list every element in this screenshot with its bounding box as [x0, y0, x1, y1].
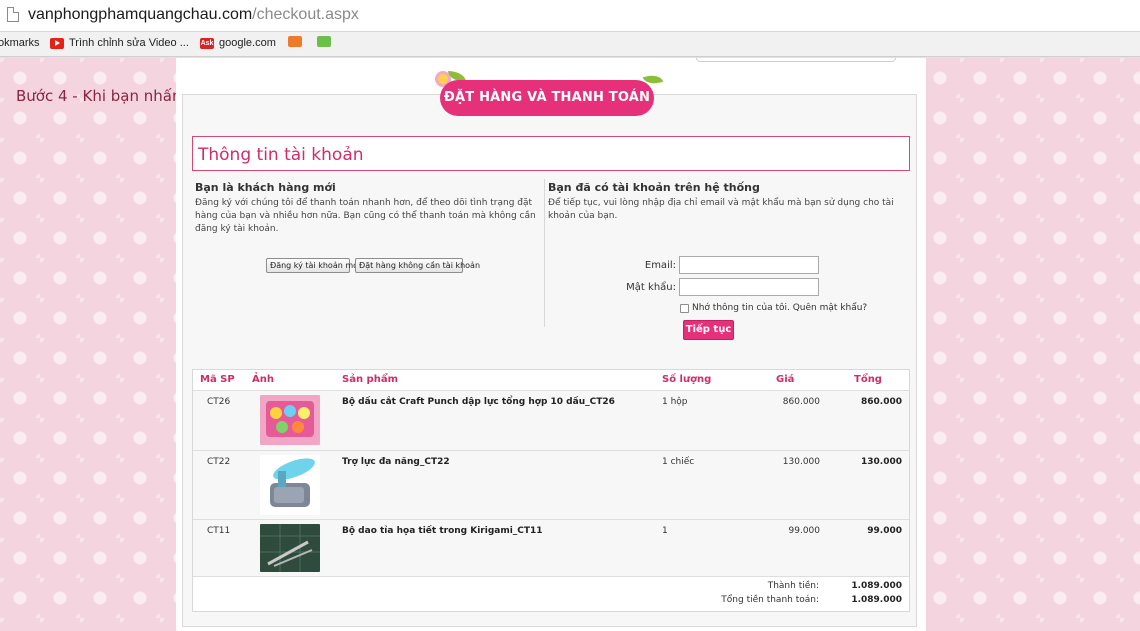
bookmark-orange[interactable]	[288, 36, 307, 47]
cart-summary: Thành tiền: 1.089.000 Tổng tiền thanh to…	[193, 576, 909, 611]
product-thumbnail[interactable]	[260, 455, 320, 515]
password-label: Mật khẩu:	[626, 282, 676, 293]
remember-me-checkbox[interactable]	[680, 304, 689, 313]
row-total: 99.000	[867, 526, 902, 536]
bookmarks-folder[interactable]: okmarks	[0, 37, 40, 49]
table-row: CT22 Trợ lực đa năng_CT22 1 chiếc 130.00…	[193, 450, 909, 519]
address-bar[interactable]: vanphongphamquangchau.com/checkout.aspx	[0, 0, 1140, 32]
row-quantity: 1	[662, 526, 668, 536]
row-quantity: 1 hộp	[662, 397, 688, 407]
product-thumbnail[interactable]	[260, 524, 320, 572]
order-payment-badge: ĐẶT HÀNG VÀ THANH TOÁN	[440, 80, 654, 116]
register-button[interactable]: Đăng ký tài khoản mới	[266, 258, 360, 273]
row-price: 130.000	[782, 457, 820, 467]
new-customer-text: Đăng ký với chúng tôi để thanh toán nhan…	[195, 198, 536, 234]
row-product[interactable]: Bộ dấu cắt Craft Punch dập lực tổng hợp …	[342, 397, 615, 407]
subtotal-value: 1.089.000	[851, 581, 902, 591]
row-code: CT26	[207, 397, 231, 407]
account-section-title: Thông tin tài khoản	[192, 136, 910, 171]
existing-customer-heading: Bạn đã có tài khoản trên hệ thống	[548, 181, 760, 194]
green-app-icon	[317, 36, 331, 47]
bookmark-label: okmarks	[0, 37, 40, 49]
bookmark-label: google.com	[219, 37, 276, 49]
grand-total-label: Tổng tiền thanh toán:	[721, 595, 819, 605]
grand-total-value: 1.089.000	[851, 595, 902, 605]
password-input[interactable]	[679, 278, 819, 296]
row-product[interactable]: Trợ lực đa năng_CT22	[342, 457, 450, 467]
page-icon	[7, 7, 19, 22]
header-image: Ảnh	[252, 374, 274, 385]
continue-button[interactable]: Tiếp tục	[683, 320, 734, 340]
header-code: Mã SP	[200, 374, 235, 385]
url-path: /checkout.aspx	[252, 6, 359, 23]
header-price: Giá	[776, 374, 795, 385]
column-divider	[544, 179, 545, 327]
url-host: vanphongphamquangchau.com	[28, 6, 253, 23]
row-quantity: 1 chiếc	[662, 457, 695, 467]
account-title-text: Thông tin tài khoản	[198, 145, 364, 165]
guest-checkout-button[interactable]: Đặt hàng không cần tài khoản	[355, 258, 480, 273]
table-row: CT26 Bộ dấu cắt Craft Punch dập lực tổng…	[193, 390, 909, 450]
row-code: CT11	[207, 526, 231, 536]
bookmark-google[interactable]: Ask google.com	[200, 37, 276, 49]
top-search-box[interactable]	[696, 58, 896, 62]
forgot-password-link[interactable]: Quên mật khẩu?	[793, 303, 867, 313]
existing-customer-text: Để tiếp tục, vui lòng nhập địa chỉ email…	[548, 198, 894, 221]
header-total: Tổng	[854, 374, 882, 385]
product-thumbnail[interactable]	[260, 395, 320, 445]
ask-icon: Ask	[200, 37, 214, 49]
subtotal-label: Thành tiền:	[767, 581, 819, 591]
bookmarks-bar: okmarks Trình chỉnh sửa Video ... Ask goo…	[0, 32, 1140, 57]
remember-me-row: Nhớ thông tin của tôi. Quên mật khẩu?	[692, 303, 867, 313]
row-code: CT22	[207, 457, 231, 467]
header-quantity: Số lượng	[662, 374, 712, 385]
remember-me-label: Nhớ thông tin của tôi.	[692, 303, 790, 313]
email-input[interactable]	[679, 256, 819, 274]
table-row: CT11 Bộ dao tỉa họa tiết trong Kirigami_…	[193, 519, 909, 576]
row-price: 99.000	[788, 526, 821, 536]
bookmark-green[interactable]	[317, 36, 336, 47]
row-total: 130.000	[861, 457, 902, 467]
bookmark-video-editor[interactable]: Trình chỉnh sửa Video ...	[50, 37, 189, 49]
header-product: Sản phẩm	[342, 374, 398, 385]
checkout-content: Thông tin tài khoản Bạn là khách hàng mớ…	[182, 94, 917, 627]
orange-app-icon	[288, 36, 302, 47]
youtube-icon	[50, 37, 64, 49]
row-product[interactable]: Bộ dao tỉa họa tiết trong Kirigami_CT11	[342, 526, 543, 536]
email-label: Email:	[644, 260, 676, 271]
url-text[interactable]: vanphongphamquangchau.com/checkout.aspx	[28, 6, 359, 24]
checkout-panel: Thông tin tài khoản Bạn là khách hàng mớ…	[176, 58, 926, 631]
row-price: 860.000	[782, 397, 820, 407]
row-total: 860.000	[861, 397, 902, 407]
bookmark-label: Trình chỉnh sửa Video ...	[69, 37, 189, 49]
new-customer-heading: Bạn là khách hàng mới	[195, 181, 336, 194]
cart-table: Mã SP Ảnh Sản phẩm Số lượng Giá Tổng CT2…	[192, 369, 910, 612]
